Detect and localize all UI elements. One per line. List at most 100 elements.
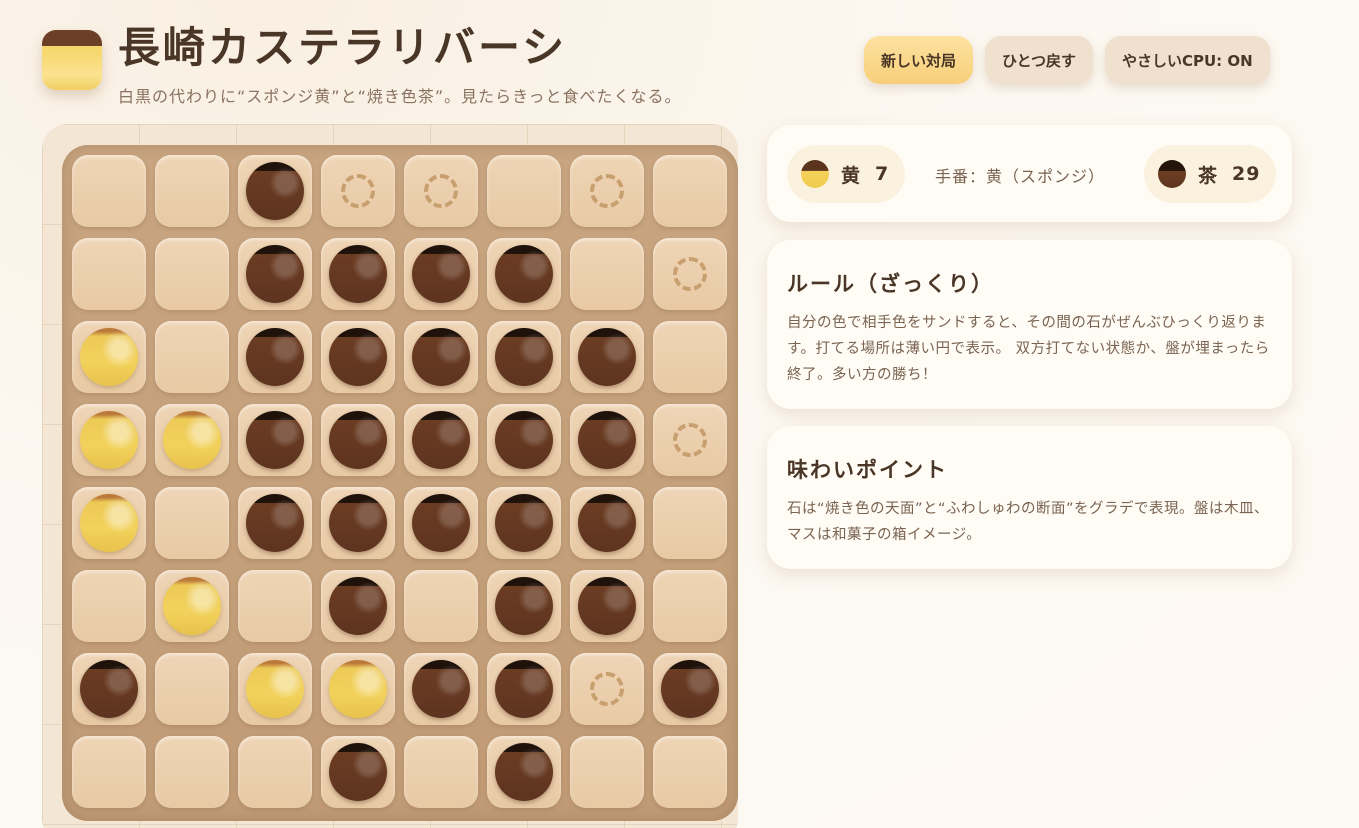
action-bar: 新しい対局 ひとつ戻す やさしいCPU: ON (864, 36, 1270, 84)
board-cell[interactable] (155, 238, 229, 310)
brown-stone (495, 577, 553, 635)
board-cell[interactable] (238, 736, 312, 808)
brown-stone (578, 411, 636, 469)
board-cell[interactable] (72, 736, 146, 808)
board-cell[interactable] (570, 570, 644, 642)
board-cell[interactable] (653, 570, 727, 642)
board-cell[interactable] (321, 736, 395, 808)
undo-button[interactable]: ひとつ戻す (985, 36, 1093, 84)
board-cell[interactable] (570, 653, 644, 725)
reversi-board (62, 145, 738, 821)
board-cell[interactable] (487, 653, 561, 725)
yellow-stone (163, 411, 221, 469)
board-cell[interactable] (238, 570, 312, 642)
board-cell[interactable] (321, 487, 395, 559)
board-cell[interactable] (653, 321, 727, 393)
brown-stone (495, 494, 553, 552)
board-cell[interactable] (404, 321, 478, 393)
board-cell[interactable] (321, 238, 395, 310)
brown-stone (495, 411, 553, 469)
move-hint-icon (424, 174, 458, 208)
board-cell[interactable] (404, 238, 478, 310)
board-cell[interactable] (321, 155, 395, 227)
new-game-button[interactable]: 新しい対局 (864, 36, 974, 84)
brown-stone (246, 162, 304, 220)
board-cell[interactable] (238, 404, 312, 476)
board-cell[interactable] (487, 238, 561, 310)
board-cell[interactable] (487, 321, 561, 393)
castella-logo-icon (42, 30, 102, 90)
yellow-stone (246, 660, 304, 718)
board-cell[interactable] (653, 404, 727, 476)
board-cell[interactable] (321, 404, 395, 476)
move-hint-icon (590, 174, 624, 208)
board-cell[interactable] (238, 321, 312, 393)
board-cell[interactable] (72, 404, 146, 476)
board-cell[interactable] (72, 487, 146, 559)
board-cell[interactable] (321, 321, 395, 393)
cpu-toggle-button[interactable]: やさしいCPU: ON (1104, 36, 1270, 84)
board-cell[interactable] (155, 155, 229, 227)
board-cell[interactable] (155, 570, 229, 642)
tips-card: 味わいポイント 石は“焼き色の天面”と“ふわしゅわの断面”をグラデで表現。盤は木… (767, 426, 1292, 569)
brown-stone (495, 245, 553, 303)
board-cell[interactable] (570, 404, 644, 476)
board-cell[interactable] (404, 653, 478, 725)
brown-stone (412, 494, 470, 552)
board-cell[interactable] (404, 736, 478, 808)
board-cell[interactable] (487, 736, 561, 808)
board-cell[interactable] (238, 155, 312, 227)
brown-label: 茶 (1198, 164, 1219, 187)
board-cell[interactable] (487, 155, 561, 227)
board-cell[interactable] (404, 155, 478, 227)
board-cell[interactable] (653, 155, 727, 227)
board-cell[interactable] (570, 238, 644, 310)
rules-title: ルール（ざっくり） (787, 272, 994, 296)
board-cell[interactable] (238, 653, 312, 725)
board-cell[interactable] (72, 653, 146, 725)
board-cell[interactable] (155, 736, 229, 808)
board-cell[interactable] (72, 570, 146, 642)
score-card: 黄 7 手番：黄（スポンジ） 茶 29 (767, 125, 1292, 222)
board-cell[interactable] (155, 321, 229, 393)
brown-stone (578, 494, 636, 552)
brown-stone (412, 660, 470, 718)
move-hint-icon (341, 174, 375, 208)
board-cell[interactable] (72, 155, 146, 227)
board-cell[interactable] (72, 321, 146, 393)
board-cell[interactable] (238, 238, 312, 310)
board-cell[interactable] (487, 570, 561, 642)
board-cell[interactable] (72, 238, 146, 310)
board-cell[interactable] (321, 653, 395, 725)
brown-stone (495, 660, 553, 718)
board-cell[interactable] (570, 487, 644, 559)
board-cell[interactable] (155, 404, 229, 476)
brown-stone (495, 743, 553, 801)
board-cell[interactable] (653, 238, 727, 310)
board-cell[interactable] (570, 736, 644, 808)
board-cell[interactable] (404, 487, 478, 559)
board-cell[interactable] (570, 155, 644, 227)
board-cell[interactable] (404, 570, 478, 642)
board-cell[interactable] (404, 404, 478, 476)
board-cell[interactable] (487, 487, 561, 559)
move-hint-icon (673, 423, 707, 457)
board-cell[interactable] (570, 321, 644, 393)
brown-stone (661, 660, 719, 718)
yellow-stone (80, 494, 138, 552)
tips-title: 味わいポイント (787, 458, 948, 482)
yellow-score-pill: 黄 7 (787, 145, 906, 203)
board-cell[interactable] (321, 570, 395, 642)
board-cell[interactable] (238, 487, 312, 559)
tips-body: 石は“焼き色の天面”と“ふわしゅわの断面”をグラデで表現。盤は木皿、マスは和菓子… (787, 501, 1270, 543)
board-cell[interactable] (487, 404, 561, 476)
board-cell[interactable] (155, 653, 229, 725)
move-hint-icon (673, 257, 707, 291)
board-cell[interactable] (653, 736, 727, 808)
board-cell[interactable] (155, 487, 229, 559)
board-cell[interactable] (653, 653, 727, 725)
board-cell[interactable] (653, 487, 727, 559)
yellow-stone (163, 577, 221, 635)
brown-stone (412, 411, 470, 469)
brown-stone (329, 743, 387, 801)
